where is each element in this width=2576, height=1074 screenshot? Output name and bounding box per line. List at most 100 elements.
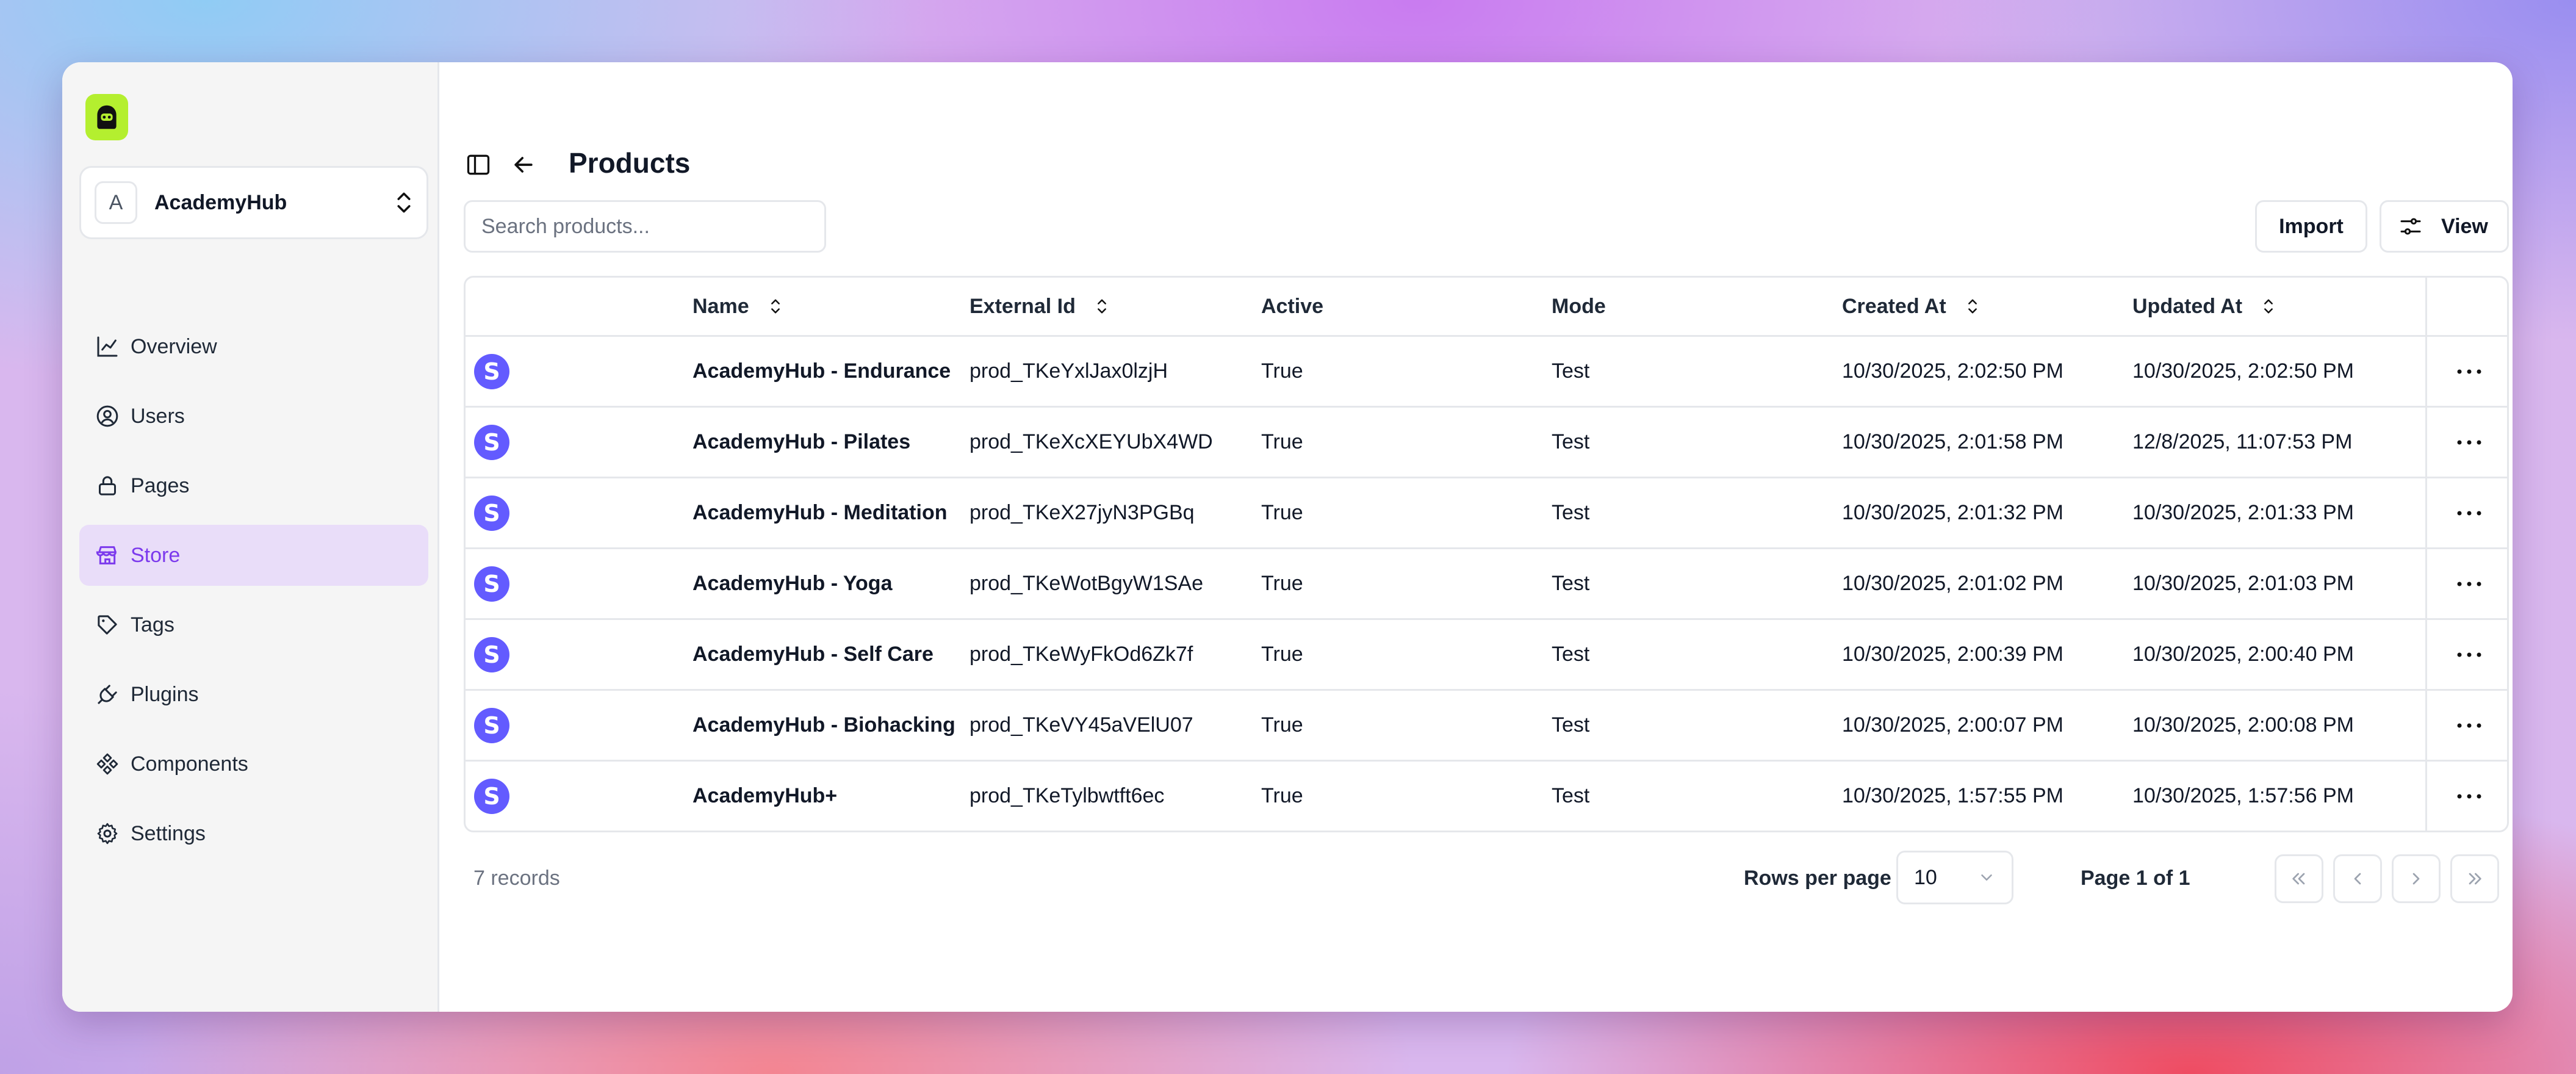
plug-icon	[97, 685, 117, 705]
more-horizontal-icon	[2457, 511, 2481, 515]
org-name: AcademyHub	[154, 190, 287, 214]
sidebar-item-pages[interactable]: Pages	[79, 455, 428, 516]
product-name: AcademyHub - Endurance	[693, 359, 951, 383]
product-name: AcademyHub - Pilates	[693, 430, 911, 453]
sidebar-item-store[interactable]: Store	[79, 525, 428, 586]
updated-at: 10/30/2025, 1:57:56 PM	[2132, 784, 2354, 807]
product-name: AcademyHub - Yoga	[693, 572, 893, 595]
sidebar-item-label: Plugins	[131, 682, 199, 706]
column-header-updated-at[interactable]: Updated At	[2132, 278, 2278, 335]
active-value: True	[1261, 359, 1303, 383]
more-horizontal-icon	[2457, 369, 2481, 373]
sidebar-item-settings[interactable]: Settings	[79, 803, 428, 864]
created-at: 10/30/2025, 2:01:32 PM	[1842, 501, 2063, 524]
table-row[interactable]: S AcademyHub - Pilates prod_TKeXcXEYUbX4…	[466, 406, 2507, 477]
org-avatar: A	[95, 181, 137, 224]
sidebar-item-plugins[interactable]: Plugins	[79, 664, 428, 725]
stripe-icon: S	[474, 424, 509, 460]
lock-icon	[99, 476, 116, 496]
page-indicator: Page 1 of 1	[2081, 867, 2190, 890]
column-header-mode: Mode	[1552, 294, 1606, 318]
row-actions-button[interactable]	[2425, 762, 2507, 831]
first-page-button[interactable]	[2275, 854, 2323, 903]
row-actions-button[interactable]	[2425, 408, 2507, 477]
external-id: prod_TKeVY45aVElU07	[970, 713, 1193, 737]
stripe-icon: S	[474, 636, 509, 672]
column-header-external-id[interactable]: External Id	[970, 278, 1111, 335]
next-page-button[interactable]	[2392, 854, 2441, 903]
table-row[interactable]: S AcademyHub - Meditation prod_TKeX27jyN…	[466, 477, 2507, 547]
column-header-created-at[interactable]: Created At	[1842, 278, 1982, 335]
sliders-icon	[2400, 218, 2421, 235]
table-row[interactable]: S AcademyHub - Biohacking prod_TKeVY45aV…	[466, 689, 2507, 760]
sidebar-item-label: Overview	[131, 334, 217, 358]
main-content: Products Import View Name External Id	[439, 62, 2513, 1012]
search-input[interactable]	[464, 200, 826, 253]
table-row[interactable]: S AcademyHub - Yoga prod_TKeWotBgyW1SAe …	[466, 547, 2507, 618]
sidebar-nav: Overview Users Pages Store Tags Plugins	[79, 316, 428, 873]
sidebar-item-label: Settings	[131, 821, 206, 845]
sidebar-item-components[interactable]: Components	[79, 733, 428, 795]
sidebar-item-users[interactable]: Users	[79, 386, 428, 447]
external-id: prod_TKeX27jyN3PGBq	[970, 501, 1195, 524]
chevron-left-icon	[2354, 873, 2361, 885]
created-at: 10/30/2025, 2:00:39 PM	[1842, 643, 2063, 666]
chart-line-icon	[97, 336, 118, 357]
chevron-down-icon	[1981, 874, 1992, 881]
table-row[interactable]: S AcademyHub+ prod_TKeTylbwtft6ec True T…	[466, 760, 2507, 831]
row-actions-button[interactable]	[2425, 337, 2507, 406]
components-icon	[96, 753, 118, 775]
sidebar-item-label: Pages	[131, 474, 190, 497]
updated-at: 10/30/2025, 2:00:08 PM	[2132, 713, 2354, 737]
sort-icon	[2264, 299, 2273, 314]
column-header-active: Active	[1261, 294, 1324, 318]
updated-at: 10/30/2025, 2:01:03 PM	[2132, 572, 2354, 595]
more-horizontal-icon	[2457, 794, 2481, 798]
sidebar-item-tags[interactable]: Tags	[79, 594, 428, 655]
more-horizontal-icon	[2457, 440, 2481, 444]
created-at: 10/30/2025, 2:00:07 PM	[1842, 713, 2063, 737]
sidebar-item-label: Store	[131, 543, 181, 567]
sidebar-item-overview[interactable]: Overview	[79, 316, 428, 377]
updated-at: 10/30/2025, 2:01:33 PM	[2132, 501, 2354, 524]
row-actions-button[interactable]	[2425, 549, 2507, 618]
sidebar-item-label: Tags	[131, 613, 174, 636]
more-horizontal-icon	[2457, 652, 2481, 657]
sort-icon	[771, 299, 780, 314]
sort-icon	[1097, 299, 1106, 314]
previous-page-button[interactable]	[2333, 854, 2382, 903]
row-actions-button[interactable]	[2425, 691, 2507, 760]
chevrons-right-icon	[2469, 873, 2481, 885]
sidebar-item-label: Components	[131, 752, 248, 776]
column-header-name[interactable]: Name	[693, 278, 785, 335]
last-page-button[interactable]	[2450, 854, 2499, 903]
external-id: prod_TKeTylbwtft6ec	[970, 784, 1165, 807]
row-actions-button[interactable]	[2425, 620, 2507, 689]
store-icon	[96, 546, 117, 564]
more-horizontal-icon	[2457, 723, 2481, 727]
table-row[interactable]: S AcademyHub - Self Care prod_TKeWyFkOd6…	[466, 618, 2507, 689]
back-arrow-icon[interactable]	[510, 151, 537, 178]
updated-at: 10/30/2025, 2:02:50 PM	[2132, 359, 2354, 383]
view-button[interactable]: View	[2380, 200, 2509, 253]
created-at: 10/30/2025, 2:01:02 PM	[1842, 572, 2063, 595]
product-name: AcademyHub - Biohacking	[693, 713, 955, 737]
stripe-icon: S	[474, 353, 509, 389]
page-title: Products	[569, 147, 691, 179]
active-value: True	[1261, 643, 1303, 666]
column-header-label: Created At	[1842, 294, 1946, 318]
sidebar: A AcademyHub Overview Users Pages Store	[62, 62, 439, 1012]
records-count: 7 records	[473, 867, 560, 890]
active-value: True	[1261, 430, 1303, 453]
column-header-actions	[2425, 278, 2507, 335]
import-button[interactable]: Import	[2255, 200, 2367, 253]
column-header-label: External Id	[970, 294, 1076, 318]
org-switcher[interactable]: A AcademyHub	[79, 166, 428, 239]
table-row[interactable]: S AcademyHub - Endurance prod_TKeYxlJax0…	[466, 335, 2507, 406]
rows-per-page-select[interactable]: 10	[1896, 851, 2013, 904]
view-button-label: View	[2441, 214, 2488, 238]
sidebar-toggle-icon[interactable]	[465, 151, 492, 178]
row-actions-button[interactable]	[2425, 478, 2507, 547]
app-logo[interactable]	[85, 94, 128, 140]
rows-per-page-value: 10	[1914, 865, 1937, 889]
